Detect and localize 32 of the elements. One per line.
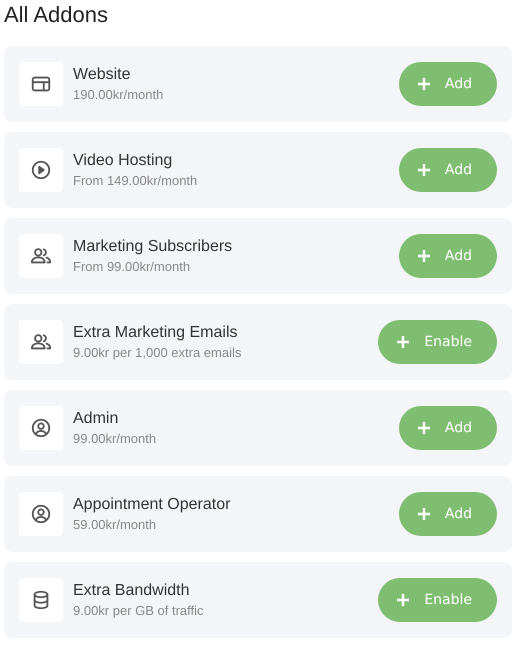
- addon-name: Video Hosting: [73, 152, 174, 170]
- plus-icon: [396, 335, 410, 349]
- user-circle-icon: [30, 417, 52, 439]
- plus-icon: [416, 77, 431, 91]
- addon-name: Extra Bandwidth: [73, 582, 191, 600]
- plus-icon: [396, 593, 410, 607]
- page-title: All Addons: [4, 1, 109, 29]
- addon-name: Marketing Subscribers: [73, 238, 234, 256]
- addon-name: Appointment Operator: [73, 496, 232, 514]
- addon-price: From 99.00kr/month: [73, 259, 192, 274]
- addon-price: 99.00kr/month: [73, 431, 158, 446]
- addon-name: Admin: [73, 410, 120, 428]
- addon-price: 9.00kr per 1,000 extra emails: [73, 345, 242, 360]
- addon-price: 59.00kr/month: [73, 517, 158, 532]
- plus-icon: [416, 507, 431, 521]
- plus-icon: [416, 249, 431, 263]
- add-button[interactable]: Add: [398, 234, 497, 278]
- addon-price: From 149.00kr/month: [73, 173, 198, 188]
- user-circle-icon: [30, 503, 52, 525]
- add-button[interactable]: Enable: [378, 578, 497, 622]
- add-button[interactable]: Add: [398, 148, 497, 192]
- add-button[interactable]: Add: [398, 62, 497, 106]
- add-button[interactable]: Enable: [378, 320, 497, 364]
- add-button[interactable]: Add: [398, 492, 497, 536]
- addon-name: Website: [73, 66, 132, 84]
- add-button[interactable]: Add: [398, 406, 497, 450]
- addon-price: 9.00kr per GB of traffic: [73, 603, 205, 618]
- addon-price: 190.00kr/month: [73, 87, 164, 102]
- addon-name: Extra Marketing Emails: [73, 324, 238, 342]
- plus-icon: [416, 163, 431, 177]
- play-icon: [30, 159, 52, 181]
- plus-icon: [416, 421, 431, 435]
